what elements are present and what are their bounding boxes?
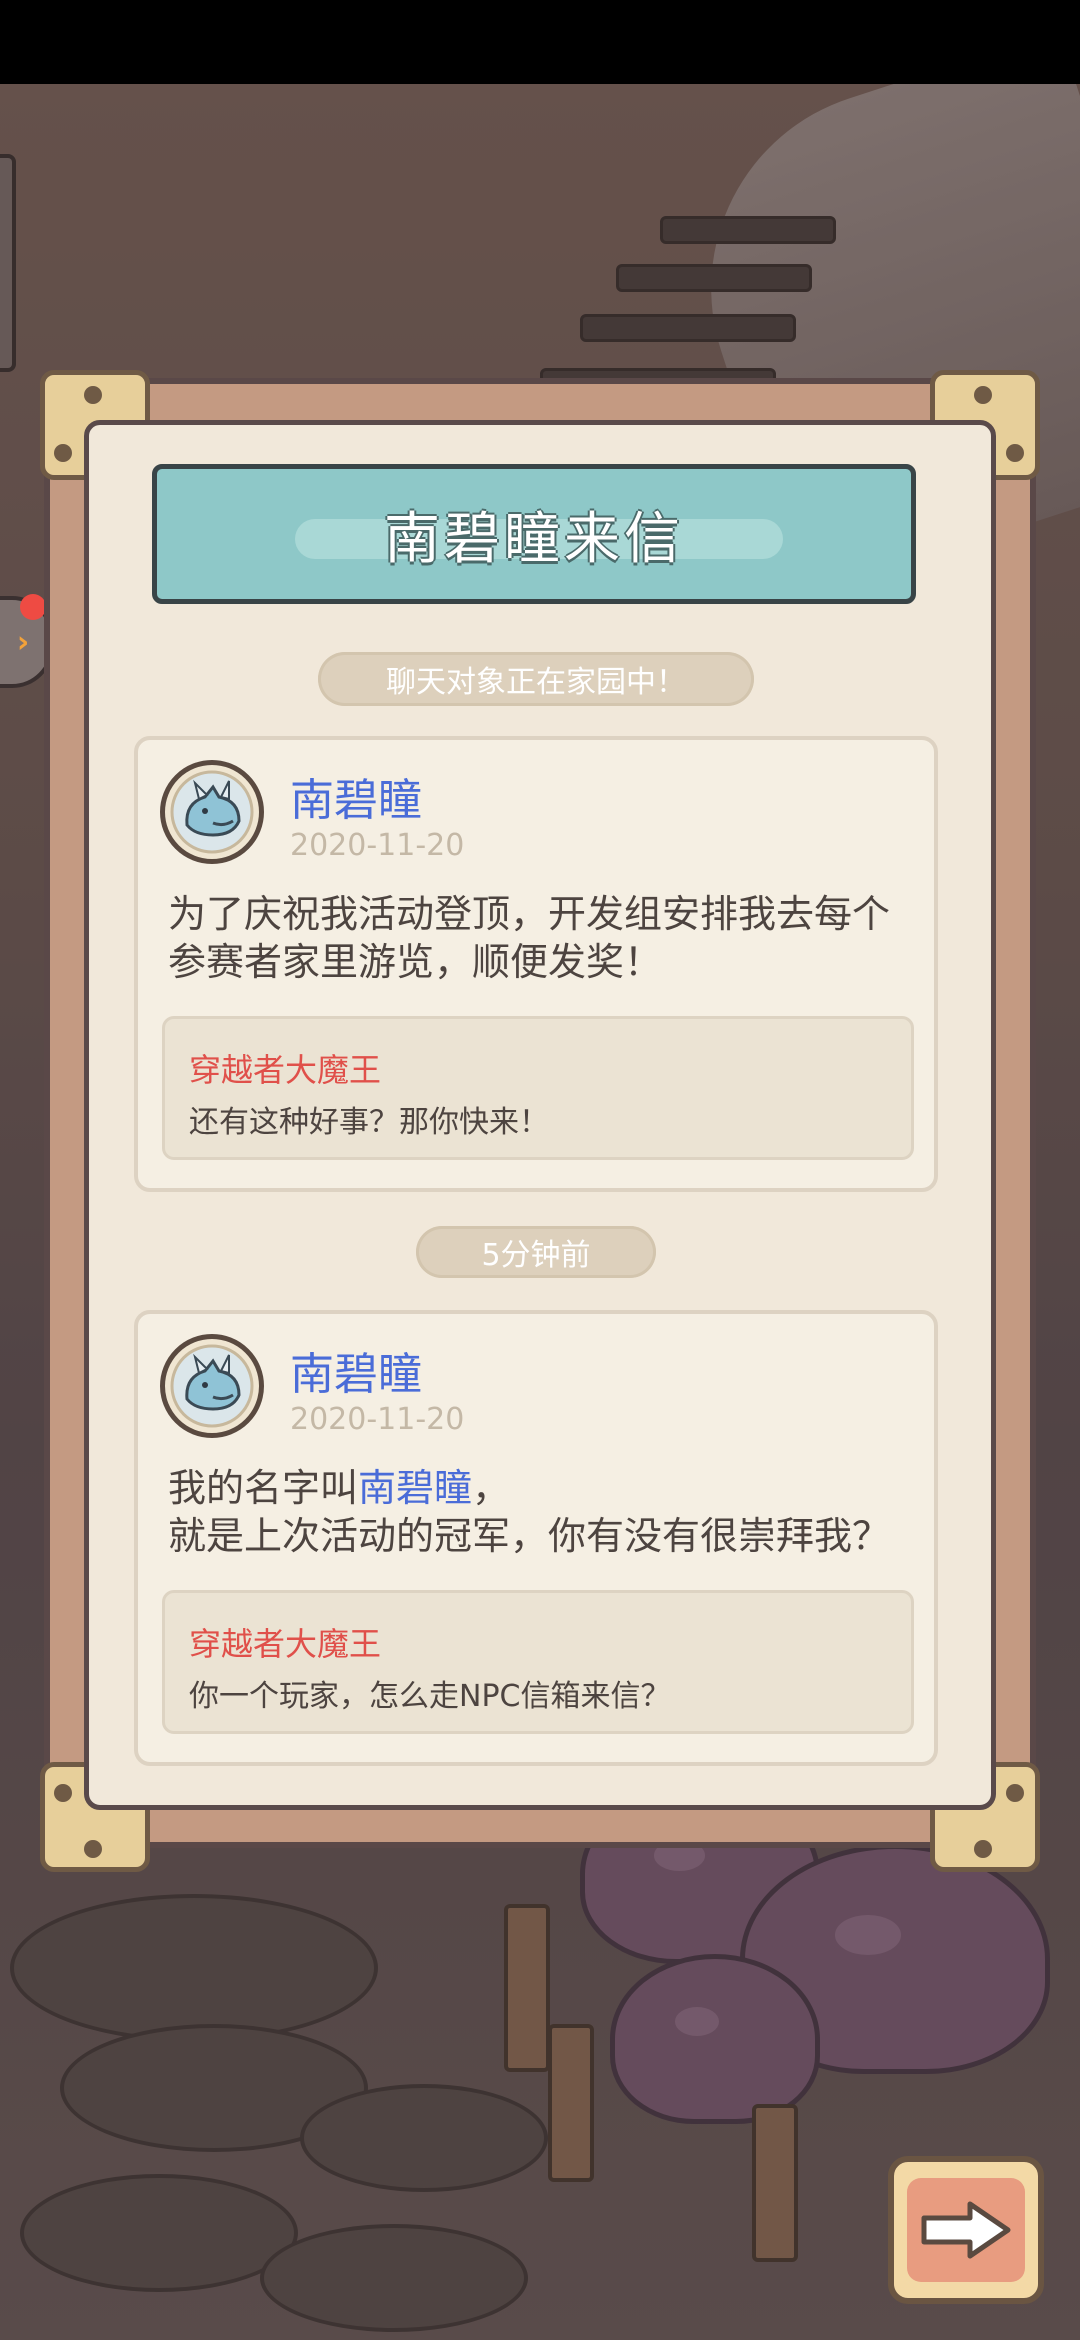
status-bar — [0, 0, 1080, 84]
letter-card: 南碧瞳 2020-11-20 为了庆祝我活动登顶，开发组安排我去每个 参赛者家里… — [134, 736, 938, 1192]
letter-date: 2020-11-20 — [290, 1402, 465, 1437]
next-button[interactable] — [888, 2156, 1044, 2304]
sender-name: 南碧瞳 — [290, 775, 422, 826]
reply-author: 穿越者大魔王 — [189, 1051, 382, 1089]
message-line: 为了庆祝我活动登顶，开发组安排我去每个 — [168, 892, 891, 936]
reply-box: 穿越者大魔王 还有这种好事？那你快来！ — [162, 1016, 914, 1160]
dragon-avatar-icon[interactable] — [160, 760, 264, 864]
reply-text: 你一个玩家，怎么走NPC信箱来信？ — [189, 1679, 671, 1714]
sender-name: 南碧瞳 — [290, 1349, 422, 1400]
reply-text: 还有这种好事？那你快来！ — [189, 1105, 549, 1140]
message-text: ， — [472, 1466, 511, 1510]
message-line: 我的名字叫南碧瞳， — [168, 1464, 510, 1512]
notification-dot — [20, 594, 46, 620]
reply-author: 穿越者大魔王 — [189, 1625, 382, 1663]
letter-date: 2020-11-20 — [290, 828, 465, 863]
dragon-avatar-icon[interactable] — [160, 1334, 264, 1438]
letter-card: 南碧瞳 2020-11-20 我的名字叫南碧瞳， 就是上次活动的冠军，你有没有很… — [134, 1310, 938, 1766]
reply-box: 穿越者大魔王 你一个玩家，怎么走NPC信箱来信？ — [162, 1590, 914, 1734]
arrow-right-icon — [921, 2201, 1011, 2259]
time-divider: 5分钟前 — [416, 1226, 656, 1278]
message-line: 就是上次活动的冠军，你有没有很崇拜我？ — [168, 1514, 891, 1558]
status-notice: 聊天对象正在家园中！ — [318, 652, 754, 706]
chevron-right-icon: › — [16, 624, 30, 660]
dialog-title-plate: 南碧瞳来信 — [152, 464, 916, 604]
dialog-title: 南碧瞳来信 — [384, 506, 684, 572]
message-text: 我的名字叫 — [168, 1466, 359, 1510]
highlighted-name: 南碧瞳 — [358, 1466, 473, 1510]
message-line: 参赛者家里游览，顺便发奖！ — [168, 940, 663, 984]
